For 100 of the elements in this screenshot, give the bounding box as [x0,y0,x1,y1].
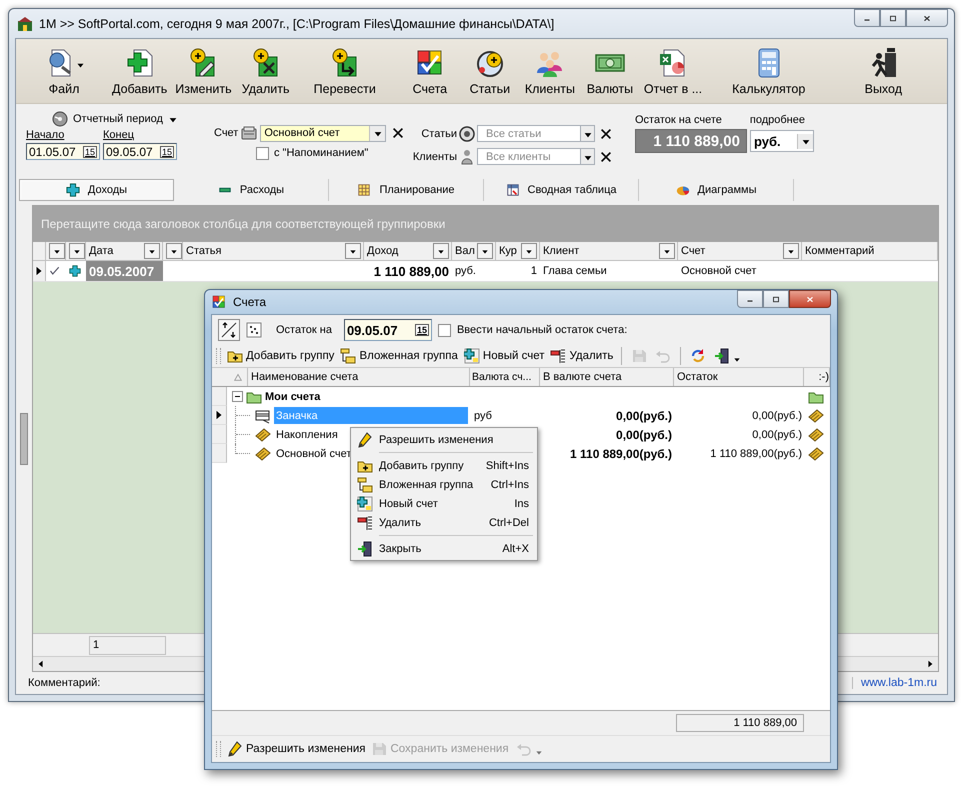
column-header[interactable]: :-) [804,368,830,386]
filter-icon[interactable] [246,322,262,338]
menu-item[interactable]: Вложенная группа Ctrl+Ins [353,475,535,494]
column-header[interactable]: В валюте счета [540,368,674,386]
column-header[interactable]: Дата [86,242,163,260]
toolbar-button[interactable]: Добавить группу [225,346,336,366]
amount-cell-text: 0,00(руб.) [615,426,673,444]
close-button[interactable] [789,290,831,308]
scroll-right-icon[interactable] [926,660,934,668]
end-date-field[interactable]: 09.05.07 15 [103,143,177,160]
toolbar-button[interactable]: Калькулятор [728,39,810,103]
clear-icon[interactable] [599,150,613,164]
disc-icon [52,111,68,127]
app-icon [17,16,33,32]
maximize-button[interactable] [763,290,789,308]
row-selector[interactable] [212,406,227,425]
column-header[interactable]: Вал [452,242,496,260]
toolbar-button[interactable]: Статьи [460,39,520,103]
collapse-button[interactable] [232,391,243,402]
filter-button[interactable] [144,243,160,259]
scroll-left-icon[interactable] [37,660,45,668]
plus-icon [66,183,80,197]
toolbar-button[interactable]: Счета [400,39,460,103]
clear-icon[interactable] [599,126,613,140]
sort-button[interactable] [218,319,240,341]
menu-item[interactable]: Новый счет Ins [353,494,535,513]
filter-button[interactable] [477,243,493,259]
toolbar-button[interactable]: Разрешить изменения [225,739,368,759]
tab[interactable]: Доходы [19,179,174,201]
column-header[interactable]: Кур [496,242,540,260]
currency-combo[interactable]: руб. [750,130,814,152]
menu-item[interactable]: Закрыть Alt+X [353,539,535,558]
toolbar-button[interactable]: Клиенты [520,39,580,103]
tab[interactable]: Расходы [174,179,329,201]
column-header[interactable] [163,242,183,260]
balance-date-field[interactable]: 09.05.07 15 [344,319,432,341]
new-account-icon [464,348,480,364]
column-header[interactable]: Валюта сч... [470,368,540,386]
menu-item[interactable]: Удалить Ctrl+Del [353,513,535,532]
dropdown-button[interactable] [580,125,595,142]
reminder-checkbox[interactable] [256,146,269,160]
toolbar-button[interactable]: Добавить [108,39,172,103]
filter-button[interactable] [433,243,449,259]
toolbar-button[interactable]: Удалить [548,346,616,366]
filter-button[interactable] [69,243,85,259]
column-header[interactable] [66,242,86,260]
calendar-button[interactable]: 15 [160,146,174,158]
website-link[interactable]: www.lab-1m.ru [852,677,937,689]
toolbar-button[interactable]: Отчет в ... [640,39,706,103]
calendar-button[interactable]: 15 [82,146,97,158]
initial-balance-checkbox[interactable] [438,324,451,336]
end-label: Конец [103,128,136,143]
column-header[interactable]: Комментарий [802,242,938,260]
toolbar-button[interactable]: Новый счет [462,346,546,366]
card-icon [255,408,271,424]
undo-icon [516,741,532,757]
filter-button[interactable] [49,243,65,259]
toolbar-button[interactable]: Изменить [171,39,236,103]
toolbar-button[interactable]: Перевести [310,39,380,103]
filter-button[interactable] [166,243,182,259]
dropdown-button[interactable] [580,148,595,165]
filter-button[interactable] [345,243,361,259]
column-header[interactable]: Наименование счета [248,368,470,386]
tab[interactable]: Сводная таблица [484,179,639,201]
maximize-icon [771,294,781,304]
column-header[interactable]: Доход [364,242,452,260]
group-hint: Перетащите сюда заголовок столбца для соответствующей группировки [41,217,446,231]
calendar-button[interactable]: 15 [414,324,429,336]
menu-item[interactable]: Разрешить изменения [353,430,535,449]
grid-icon [357,183,372,197]
menu-item[interactable]: Добавить группу Shift+Ins [353,456,535,475]
tab[interactable]: Планирование [329,179,484,201]
period-button[interactable]: Отчетный период [26,110,206,128]
account-label: Счет [214,127,238,139]
column-header[interactable] [46,242,66,260]
column-header[interactable]: Статья [183,242,364,260]
column-header[interactable]: Остаток [674,368,804,386]
toolbar-button[interactable]: Выход [853,39,914,103]
start-date-field[interactable]: 01.05.07 15 [26,143,100,160]
filter-button[interactable] [659,243,675,259]
account-combo[interactable]: Основной счет [260,124,386,142]
filter-button[interactable] [521,243,537,259]
refresh-icon [690,348,706,364]
filter-button[interactable] [783,243,799,259]
maximize-button[interactable] [880,9,906,27]
column-header[interactable]: Клиент [540,242,678,260]
toolbar-button[interactable]: Удалить [236,39,296,103]
toolbar-button[interactable]: Файл [34,39,94,103]
column-header[interactable]: Счет [678,242,802,260]
articles-combo[interactable]: Все статьи [477,125,580,142]
toolbar-button[interactable]: Вложенная группа [338,346,460,366]
dropdown-button[interactable] [797,134,813,148]
splitter-handle[interactable] [20,412,28,464]
toolbar-button[interactable]: Валюты [580,39,640,103]
clear-icon[interactable] [391,126,406,140]
dropdown-button[interactable] [369,126,386,140]
group-name[interactable]: Мои счета [265,390,320,402]
tab[interactable]: Диаграммы [639,179,794,201]
clients-combo[interactable]: Все клиенты [477,148,580,165]
row-indicator-icon [214,410,224,420]
